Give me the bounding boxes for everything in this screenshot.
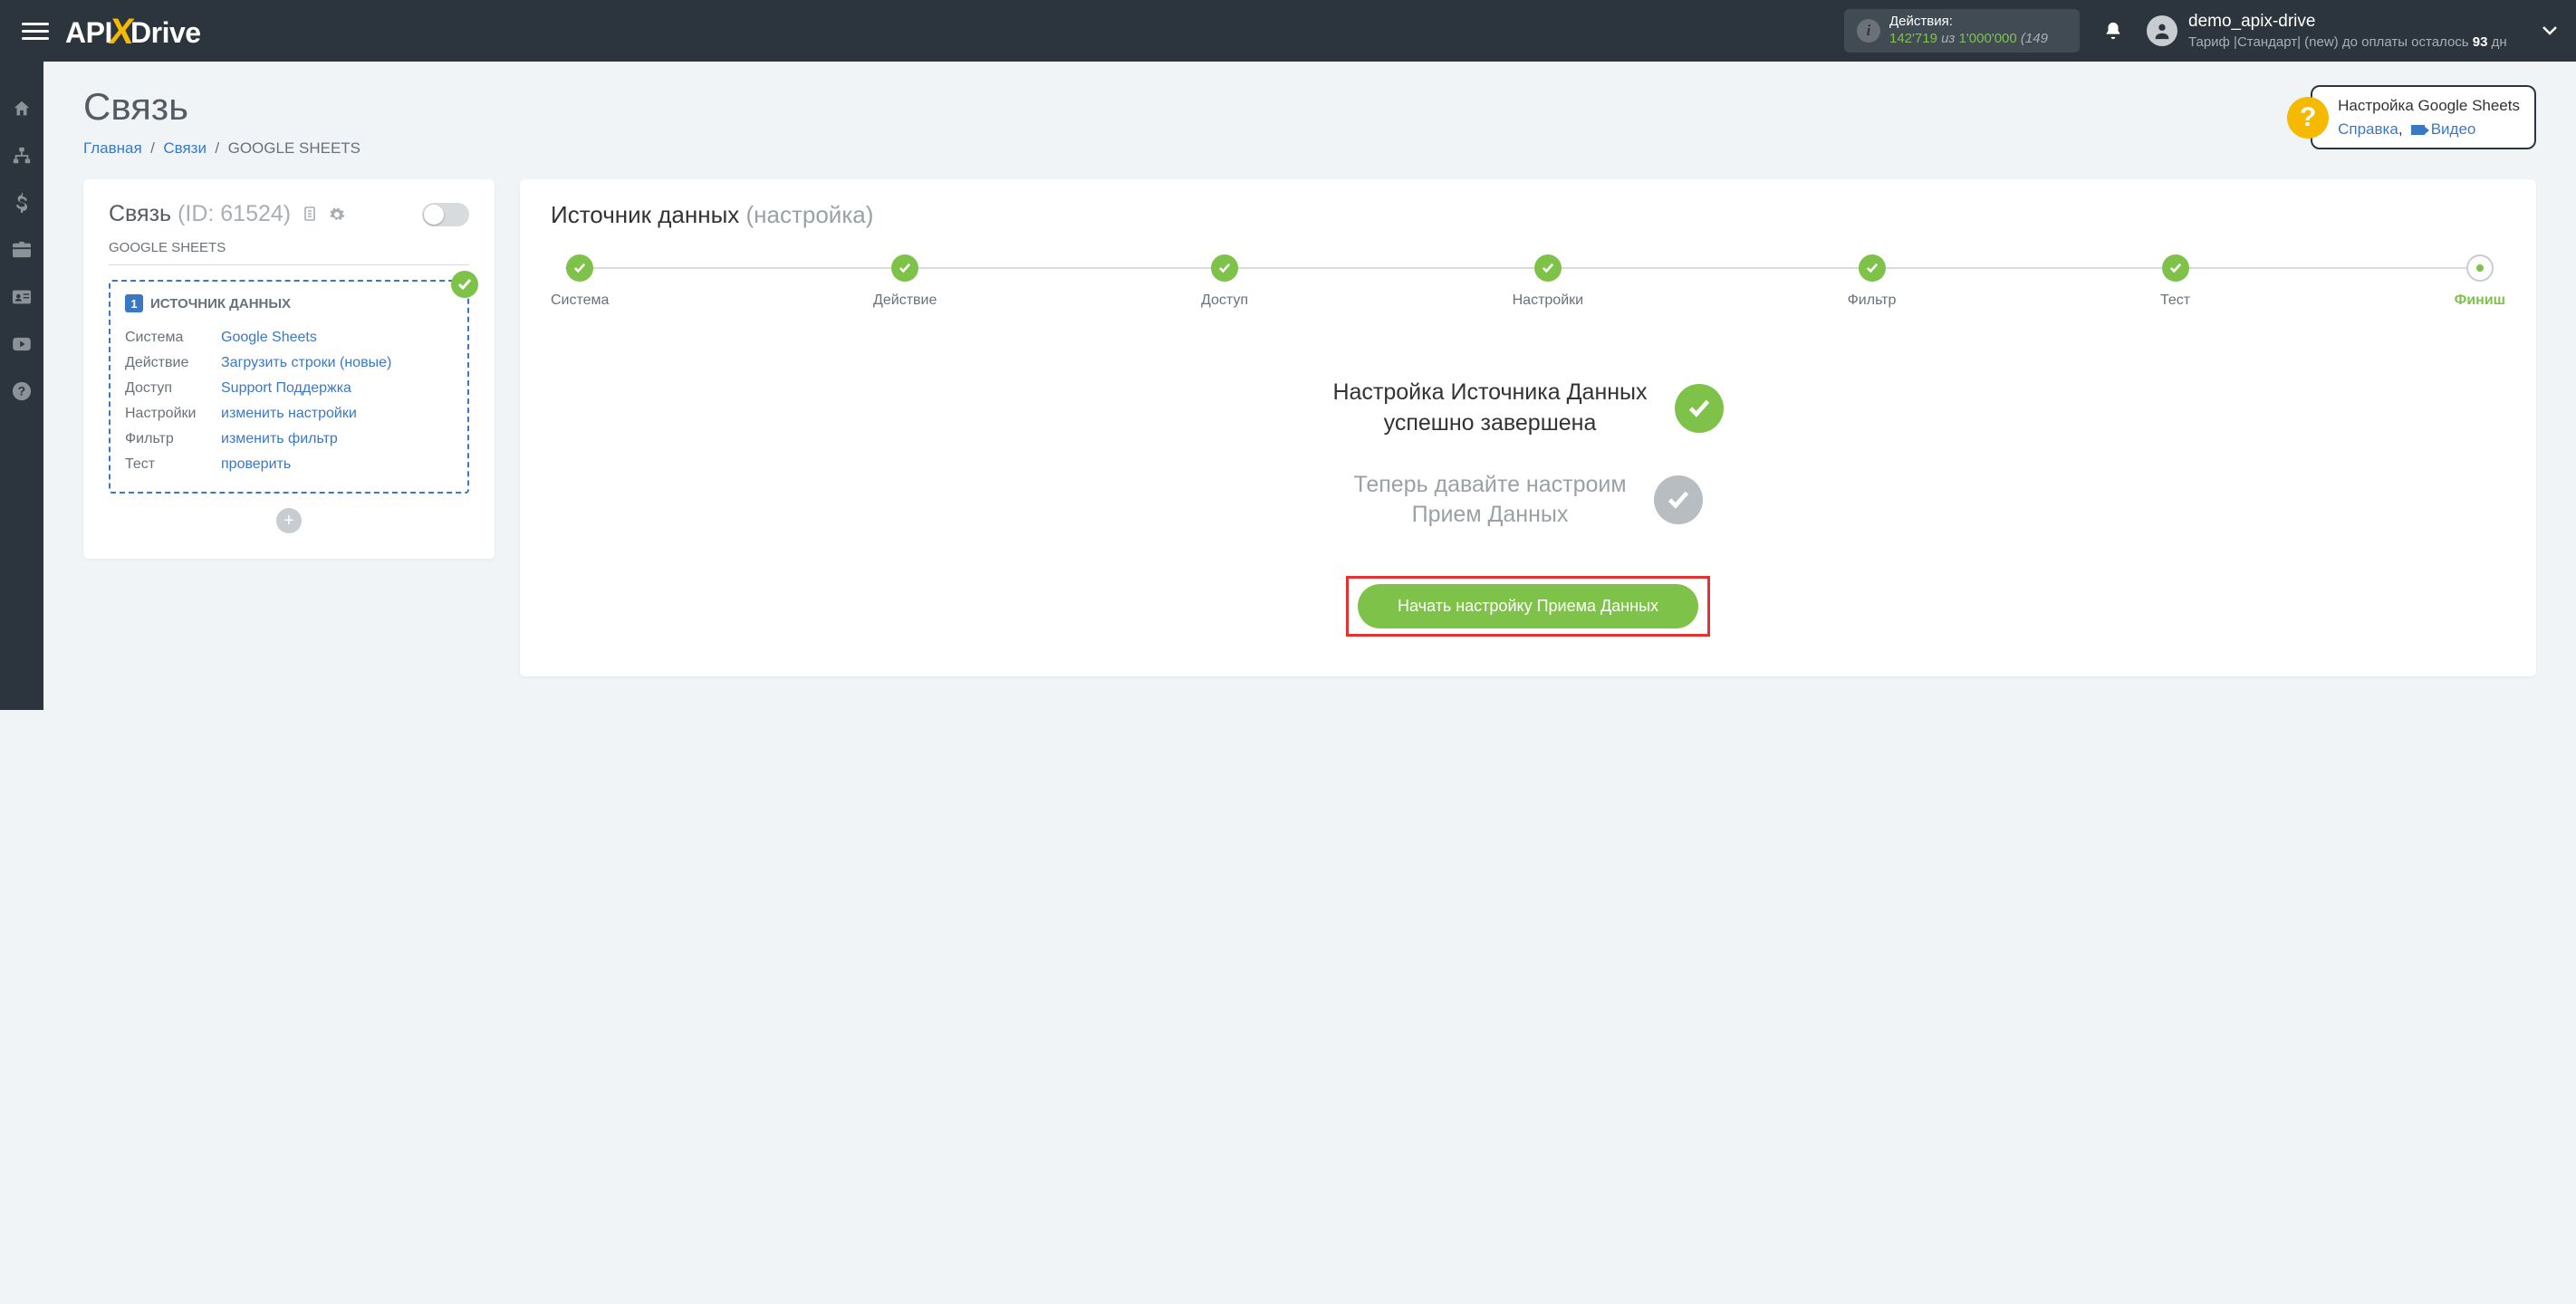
tariff-text: Тариф |Стандарт| (new) до оплаты осталос… [2188, 34, 2473, 50]
nav-home-icon[interactable] [11, 98, 33, 120]
username: demo_apix-drive [2188, 11, 2533, 34]
user-block[interactable]: demo_apix-drive Тариф |Стандарт| (new) д… [2188, 11, 2533, 51]
success-line1: Настройка Источника Данных [1332, 379, 1647, 405]
menu-toggle-button[interactable] [22, 17, 49, 44]
help-video-link[interactable]: Видео [2431, 120, 2476, 138]
next-line1: Теперь давайте настроим [1353, 472, 1626, 497]
gear-icon[interactable] [329, 206, 345, 223]
help-panel: ? Настройка Google Sheets Справка, Видео [2287, 85, 2536, 149]
row-key-settings: Настройки [125, 401, 221, 427]
card-title: Связь [109, 201, 171, 226]
check-pending-icon [1654, 475, 1703, 524]
success-line2: успешно завершена [1384, 410, 1597, 436]
step-filter[interactable]: Фильтр [1848, 254, 1897, 309]
top-bar: APIXDrive i Действия: 142'719 из 1'000'0… [0, 0, 2576, 62]
step-action[interactable]: Действие [873, 254, 937, 309]
next-message: Теперь давайте настроим Прием Данных [551, 470, 2505, 532]
source-number: 1 [125, 294, 143, 312]
row-val-filter[interactable]: изменить фильтр [221, 427, 338, 452]
actions-total: 1'000'000 [1959, 31, 2017, 46]
nav-connections-icon[interactable] [11, 145, 33, 167]
step-system[interactable]: Система [551, 254, 609, 309]
actions-counter[interactable]: i Действия: 142'719 из 1'000'000 (149 [1844, 9, 2080, 53]
side-nav: ? [0, 62, 43, 710]
add-destination-button[interactable]: + [276, 508, 302, 533]
wizard-subtitle: (настройка) [746, 201, 874, 228]
source-ok-badge [451, 271, 478, 298]
row-key-filter: Фильтр [125, 427, 221, 452]
info-icon: i [1857, 19, 1880, 43]
nav-video-icon[interactable] [11, 333, 33, 355]
step-test[interactable]: Тест [2160, 254, 2190, 309]
nav-briefcase-icon[interactable] [11, 239, 33, 261]
next-line2: Прием Данных [1412, 502, 1569, 527]
nav-contacts-icon[interactable] [11, 286, 33, 308]
page-title: Связь [83, 85, 360, 129]
source-box: 1 ИСТОЧНИК ДАННЫХ СистемаGoogle Sheets Де… [109, 280, 469, 494]
copy-icon[interactable] [303, 206, 317, 223]
check-icon [1675, 384, 1724, 433]
wizard-card: Источник данных (настройка) Система Дейс… [520, 179, 2536, 676]
row-val-access[interactable]: Support Поддержка [221, 376, 351, 401]
svg-text:?: ? [18, 385, 25, 398]
user-menu-chevron-icon[interactable] [2542, 25, 2558, 36]
row-key-system: Система [125, 325, 221, 350]
nav-help-icon[interactable]: ? [11, 380, 33, 402]
help-question-icon[interactable]: ? [2287, 97, 2329, 139]
card-id: (ID: 61524) [178, 201, 291, 226]
step-finish[interactable]: Финиш [2455, 254, 2505, 309]
step-access[interactable]: Доступ [1201, 254, 1248, 309]
nav-billing-icon[interactable] [11, 192, 33, 214]
connection-summary-card: Связь (ID: 61524) GOOGLE SHEETS 1 ИСТОЧНИ… [83, 179, 495, 559]
crumb-home[interactable]: Главная [83, 139, 142, 157]
row-key-test: Тест [125, 452, 221, 477]
avatar-icon[interactable] [2147, 15, 2177, 46]
row-key-action: Действие [125, 350, 221, 376]
row-val-settings[interactable]: изменить настройки [221, 401, 357, 427]
source-box-title: ИСТОЧНИК ДАННЫХ [150, 296, 291, 312]
cta-highlight: Начать настройку Приема Данных [1346, 576, 1710, 637]
start-destination-button[interactable]: Начать настройку Приема Данных [1358, 584, 1698, 628]
enable-toggle[interactable] [422, 203, 469, 226]
tariff-days: 93 [2473, 34, 2488, 50]
card-subtitle: GOOGLE SHEETS [109, 240, 469, 265]
crumb-links[interactable]: Связи [163, 139, 207, 157]
video-icon [2411, 125, 2425, 135]
wizard-steps: Система Действие Доступ Настройки Фильтр… [551, 254, 2505, 309]
row-val-action[interactable]: Загрузить строки (новые) [221, 350, 391, 376]
help-title: Настройка Google Sheets [2338, 94, 2520, 118]
row-val-system[interactable]: Google Sheets [221, 325, 317, 350]
breadcrumb: Главная / Связи / GOOGLE SHEETS [83, 139, 360, 158]
notifications-button[interactable] [2103, 20, 2123, 42]
step-settings[interactable]: Настройки [1513, 254, 1583, 309]
actions-used: 142'719 [1889, 31, 1937, 46]
actions-label: Действия: [1889, 14, 2048, 31]
logo[interactable]: APIXDrive [65, 11, 201, 52]
actions-tail: (149 [2021, 31, 2048, 46]
help-doc-link[interactable]: Справка [2338, 120, 2398, 138]
crumb-current: GOOGLE SHEETS [228, 139, 360, 157]
success-message: Настройка Источника Данных успешно заверш… [551, 378, 2505, 439]
row-key-access: Доступ [125, 376, 221, 401]
actions-of: из [1941, 31, 1955, 46]
row-val-test[interactable]: проверить [221, 452, 291, 477]
page-content: Связь Главная / Связи / GOOGLE SHEETS ? … [43, 62, 2576, 710]
tariff-suffix: дн [2487, 34, 2506, 50]
wizard-title: Источник данных [551, 201, 739, 228]
